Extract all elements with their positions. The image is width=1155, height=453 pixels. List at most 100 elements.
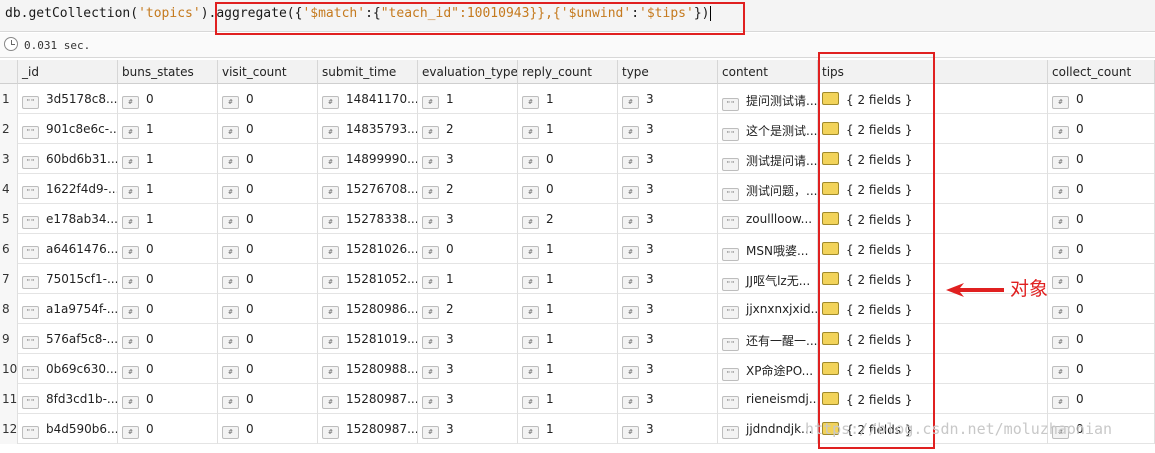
table-cell[interactable]: #0: [1048, 294, 1155, 324]
table-cell[interactable]: #3: [618, 354, 718, 384]
column-header--id[interactable]: _id: [18, 60, 118, 84]
table-cell[interactable]: #0: [118, 264, 218, 294]
table-cell[interactable]: { 2 fields }: [818, 84, 1048, 114]
column-header-submit-time[interactable]: submit_time: [318, 60, 418, 84]
table-cell[interactable]: #1: [418, 84, 518, 114]
table-cell[interactable]: { 2 fields }: [818, 174, 1048, 204]
table-cell[interactable]: { 2 fields }: [818, 204, 1048, 234]
table-cell[interactable]: { 2 fields }: [818, 354, 1048, 384]
table-cell[interactable]: #0: [1048, 324, 1155, 354]
table-cell[interactable]: #0: [118, 84, 218, 114]
table-cell[interactable]: "" 1622f4d9-...: [18, 174, 118, 204]
table-cell[interactable]: "" zoullloow...: [718, 204, 818, 234]
table-cell[interactable]: #1: [518, 414, 618, 444]
table-cell[interactable]: #1: [118, 174, 218, 204]
table-cell[interactable]: #3: [618, 174, 718, 204]
table-row[interactable]: 9 "" 576af5c8-... #0 #0 #15281019... #3 #1 #3 "" 还…: [0, 324, 1155, 354]
table-cell[interactable]: #15281052...: [318, 264, 418, 294]
table-cell[interactable]: #0: [1048, 114, 1155, 144]
table-cell[interactable]: "" a6461476...: [18, 234, 118, 264]
table-cell[interactable]: #3: [418, 414, 518, 444]
table-cell[interactable]: #3: [618, 84, 718, 114]
table-cell[interactable]: #15278338...: [318, 204, 418, 234]
table-cell[interactable]: "" e178ab34...: [18, 204, 118, 234]
table-cell[interactable]: #0: [218, 414, 318, 444]
table-cell[interactable]: { 2 fields }: [818, 114, 1048, 144]
table-cell[interactable]: #0: [1048, 234, 1155, 264]
table-cell[interactable]: #3: [618, 144, 718, 174]
table-cell[interactable]: { 2 fields }: [818, 384, 1048, 414]
table-cell[interactable]: #0: [118, 324, 218, 354]
table-cell[interactable]: #14835793...: [318, 114, 418, 144]
table-cell[interactable]: #1: [518, 264, 618, 294]
table-cell[interactable]: #0: [218, 174, 318, 204]
table-cell[interactable]: #2: [518, 204, 618, 234]
table-cell[interactable]: #0: [118, 414, 218, 444]
table-cell[interactable]: "" 576af5c8-...: [18, 324, 118, 354]
column-header-type[interactable]: type: [618, 60, 718, 84]
table-cell[interactable]: "" b4d590b6...: [18, 414, 118, 444]
table-cell[interactable]: #14841170...: [318, 84, 418, 114]
table-cell[interactable]: #0: [218, 384, 318, 414]
table-cell[interactable]: #0: [518, 144, 618, 174]
table-cell[interactable]: #0: [218, 144, 318, 174]
table-cell[interactable]: #1: [118, 144, 218, 174]
table-cell[interactable]: "" JJ呕气lz无...: [718, 264, 818, 294]
table-cell[interactable]: #0: [218, 234, 318, 264]
table-cell[interactable]: #0: [218, 294, 318, 324]
table-cell[interactable]: #0: [1048, 84, 1155, 114]
table-cell[interactable]: "" rieneismdj...: [718, 384, 818, 414]
table-cell[interactable]: #1: [518, 324, 618, 354]
table-cell[interactable]: #15280986...: [318, 294, 418, 324]
table-cell[interactable]: #1: [118, 204, 218, 234]
table-cell[interactable]: #1: [518, 354, 618, 384]
table-row[interactable]: 6 "" a6461476... #0 #0 #15281026... #0 #1 #3 "" MS…: [0, 234, 1155, 264]
table-cell[interactable]: #3: [418, 144, 518, 174]
table-cell[interactable]: "" 测试问题，...: [718, 174, 818, 204]
table-cell[interactable]: "" 还有一醒一...: [718, 324, 818, 354]
table-cell[interactable]: #15280987...: [318, 414, 418, 444]
table-cell[interactable]: #3: [618, 264, 718, 294]
table-cell[interactable]: "" 3d5178c8...: [18, 84, 118, 114]
table-cell[interactable]: #0: [218, 204, 318, 234]
table-cell[interactable]: #0: [218, 84, 318, 114]
table-cell[interactable]: #0: [118, 294, 218, 324]
table-cell[interactable]: "" jjdndndjk...: [718, 414, 818, 444]
table-cell[interactable]: #1: [518, 384, 618, 414]
table-cell[interactable]: { 2 fields }: [818, 324, 1048, 354]
table-cell[interactable]: { 2 fields }: [818, 144, 1048, 174]
table-cell[interactable]: #15281026...: [318, 234, 418, 264]
table-cell[interactable]: #3: [418, 324, 518, 354]
table-cell[interactable]: #1: [118, 114, 218, 144]
table-cell[interactable]: #3: [618, 414, 718, 444]
table-cell[interactable]: #0: [518, 174, 618, 204]
table-cell[interactable]: #1: [518, 234, 618, 264]
table-cell[interactable]: #3: [618, 324, 718, 354]
table-cell[interactable]: #0: [1048, 384, 1155, 414]
table-cell[interactable]: #3: [618, 234, 718, 264]
column-header-collect-count[interactable]: collect_count: [1048, 60, 1155, 84]
table-cell[interactable]: #3: [418, 354, 518, 384]
table-row[interactable]: 11 "" 8fd3cd1b-... #0 #0 #15280987... #3 #1 #3 ""…: [0, 384, 1155, 414]
table-cell[interactable]: { 2 fields }: [818, 234, 1048, 264]
table-cell[interactable]: #1: [418, 264, 518, 294]
table-cell[interactable]: #0: [118, 354, 218, 384]
table-cell[interactable]: "" 75015cf1-...: [18, 264, 118, 294]
table-cell[interactable]: "" 60bd6b31...: [18, 144, 118, 174]
table-cell[interactable]: #0: [218, 264, 318, 294]
table-cell[interactable]: #15281019...: [318, 324, 418, 354]
table-cell[interactable]: #15280987...: [318, 384, 418, 414]
table-cell[interactable]: "" MSN哦婆...: [718, 234, 818, 264]
table-row[interactable]: 1 "" 3d5178c8... #0 #0 #14841170... #1 #1 #3 "" 提问…: [0, 84, 1155, 114]
table-cell[interactable]: #0: [118, 234, 218, 264]
column-header-content[interactable]: content: [718, 60, 818, 84]
table-cell[interactable]: #1: [518, 114, 618, 144]
table-cell[interactable]: "" 测试提问请...: [718, 144, 818, 174]
table-cell[interactable]: #3: [618, 384, 718, 414]
table-cell[interactable]: #3: [418, 204, 518, 234]
table-cell[interactable]: #15280988...: [318, 354, 418, 384]
table-cell[interactable]: #3: [418, 384, 518, 414]
query-text[interactable]: db.getCollection('topics').aggregate({'$…: [5, 6, 712, 21]
table-cell[interactable]: #0: [218, 114, 318, 144]
table-cell[interactable]: #0: [1048, 144, 1155, 174]
